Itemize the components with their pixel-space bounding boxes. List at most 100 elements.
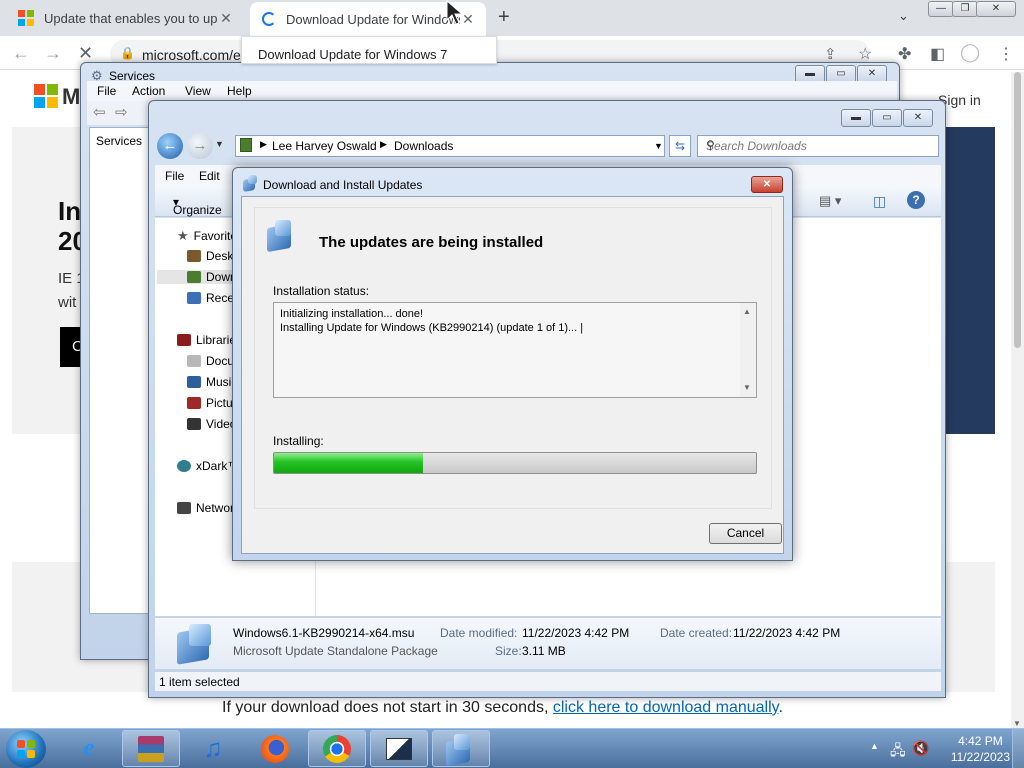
taskbar-itunes[interactable]: ♫ xyxy=(184,730,242,767)
close-icon[interactable]: ✕ xyxy=(903,109,933,127)
back-arrow-icon[interactable]: ⇦ xyxy=(93,103,106,121)
menu-help[interactable]: Help xyxy=(227,84,252,98)
address-dropdown-icon[interactable]: ▼ xyxy=(654,141,663,151)
taskbar: e ♫ ▲ 🖧 🔇 4:42 PM 11/22/2023 xyxy=(0,728,1024,768)
taskbar-internet-explorer[interactable]: e xyxy=(60,730,118,767)
back-icon[interactable]: ← xyxy=(12,43,30,64)
menu-edit[interactable]: Edit xyxy=(199,169,220,183)
restore-icon[interactable]: ❐ xyxy=(952,1,978,17)
libraries-icon xyxy=(177,334,191,346)
tab-tooltip-text: Download Update for Windows 7 xyxy=(258,47,448,62)
explorer-address-bar[interactable]: ▶ Lee Harvey Oswald ▶ Downloads ▼ xyxy=(235,135,665,157)
menu-file[interactable]: File xyxy=(97,84,116,98)
installation-status-label: Installation status: xyxy=(273,284,370,298)
extensions-icon[interactable]: ✤ xyxy=(898,44,911,64)
star-icon: ★ xyxy=(177,228,189,243)
tab-search-chevron-icon[interactable]: ⌄ xyxy=(898,8,909,24)
scroll-down-icon[interactable]: ▼ xyxy=(1013,719,1021,728)
menu-view[interactable]: View xyxy=(185,84,211,98)
scroll-down-icon[interactable]: ▼ xyxy=(743,381,751,395)
details-filename: Windows6.1-KB2990214-x64.msu xyxy=(233,626,415,640)
itunes-icon: ♫ xyxy=(203,733,223,763)
tab-tooltip: Download Update for Windows 7 xyxy=(241,36,497,64)
services-tree: Services xyxy=(89,127,151,614)
volume-muted-icon[interactable]: 🔇 xyxy=(912,740,929,757)
chrome-icon xyxy=(323,734,351,763)
tab-close-icon[interactable]: ✕ xyxy=(218,10,234,27)
side-panel-icon[interactable]: ◧ xyxy=(930,44,945,64)
share-icon[interactable]: ⇪ xyxy=(824,45,837,63)
taskbar-screen-capture[interactable] xyxy=(370,730,428,767)
forward-arrow-icon[interactable]: ⇨ xyxy=(115,103,128,121)
browser-tabstrip: Update that enables you to upgrade ✕ Dow… xyxy=(0,0,1024,36)
firefox-icon xyxy=(261,734,289,763)
preview-pane-icon[interactable]: ◫ xyxy=(873,193,886,210)
minimize-icon[interactable]: ▬ xyxy=(841,109,871,127)
breadcrumb-user[interactable]: Lee Harvey Oswald xyxy=(272,139,377,153)
menu-file[interactable]: File xyxy=(165,169,184,183)
log-scrollbar[interactable]: ▲ ▼ xyxy=(740,303,756,397)
forward-icon[interactable]: → xyxy=(44,43,62,64)
new-tab-icon[interactable]: + xyxy=(498,6,510,29)
refresh-icon[interactable]: ⇆ xyxy=(669,135,691,157)
taskbar-winrar[interactable] xyxy=(122,730,180,767)
close-icon[interactable]: ✕ xyxy=(976,1,1016,17)
minimize-icon[interactable]: — xyxy=(928,1,954,17)
services-menubar: File Action View Help xyxy=(87,81,897,101)
url-text: microsoft.com/e xyxy=(142,47,241,63)
view-options-icon[interactable]: ▤ ▾ xyxy=(819,193,841,209)
installing-label: Installing: xyxy=(273,434,324,448)
downloads-folder-icon xyxy=(187,271,201,283)
manual-download-link[interactable]: click here to download manually xyxy=(553,699,779,716)
dialog-close-icon[interactable]: ✕ xyxy=(751,176,783,193)
homegroup-icon xyxy=(177,460,191,472)
organize-button[interactable]: Organize ▾ xyxy=(173,195,222,217)
recent-pages-chevron-icon[interactable]: ▼ xyxy=(215,139,224,149)
status-text: 1 item selected xyxy=(159,675,240,689)
breadcrumb-chevron-icon: ▶ xyxy=(260,139,267,149)
page-scrollbar[interactable]: ▲ ▼ xyxy=(1011,72,1024,730)
profile-avatar-icon[interactable]: ◯ xyxy=(960,42,980,63)
page-microsoft-logo[interactable] xyxy=(34,84,58,108)
help-icon[interactable]: ? xyxy=(907,191,925,209)
pictures-icon xyxy=(187,397,201,409)
explorer-status-bar: 1 item selected xyxy=(155,671,941,691)
services-tree-node[interactable]: Services xyxy=(96,134,142,148)
details-filetype: Microsoft Update Standalone Package xyxy=(233,644,438,658)
forward-icon[interactable]: → xyxy=(187,133,213,159)
show-hidden-icons-icon[interactable]: ▲ xyxy=(870,741,879,751)
taskbar-chrome[interactable] xyxy=(308,730,366,767)
bookmark-star-icon[interactable]: ☆ xyxy=(858,44,872,64)
microsoft-logo-icon xyxy=(18,10,34,26)
taskbar-update-installer[interactable] xyxy=(432,730,490,767)
internet-explorer-icon: e xyxy=(83,735,95,761)
network-icon[interactable]: 🖧 xyxy=(890,740,906,764)
menu-kebab-icon[interactable]: ⋮ xyxy=(998,44,1014,64)
maximize-icon[interactable]: ▭ xyxy=(872,109,902,127)
download-notice-text: If your download does not start in 30 se… xyxy=(222,699,553,716)
stop-loading-icon[interactable]: ✕ xyxy=(78,43,93,64)
taskbar-clock[interactable]: 4:42 PM 11/22/2023 xyxy=(951,733,1010,765)
download-notice: If your download does not start in 30 se… xyxy=(222,699,783,717)
explorer-search-input[interactable]: Search Downloads ⚲ xyxy=(697,135,939,157)
installation-log[interactable]: Initializing installation... done! Insta… xyxy=(273,302,757,398)
start-button[interactable] xyxy=(6,730,46,768)
search-icon[interactable]: ⚲ xyxy=(706,138,932,152)
back-icon[interactable]: ← xyxy=(157,133,183,159)
show-desktop-button[interactable] xyxy=(1012,729,1024,768)
lock-icon[interactable]: 🔒 xyxy=(120,46,135,60)
dialog-panel: The updates are being installed Installa… xyxy=(254,207,772,509)
page-brand-text: M xyxy=(62,84,81,109)
browser-tab-update[interactable]: Update that enables you to upgrade ✕ xyxy=(8,0,244,36)
cancel-button[interactable]: Cancel xyxy=(709,523,782,544)
breadcrumb-downloads[interactable]: Downloads xyxy=(394,139,453,153)
menu-action[interactable]: Action xyxy=(132,84,165,98)
tab-title: Update that enables you to upgrade xyxy=(44,10,218,26)
organize-label: Organize xyxy=(173,203,222,217)
explorer-window-controls: ▬ ▭ ✕ xyxy=(841,109,933,127)
scroll-up-icon[interactable]: ▲ xyxy=(743,305,751,319)
scrollbar-thumb[interactable] xyxy=(1014,72,1021,348)
log-line: Initializing installation... done! xyxy=(280,308,424,320)
taskbar-firefox[interactable] xyxy=(246,730,304,767)
details-size-label: Size: xyxy=(495,644,522,658)
